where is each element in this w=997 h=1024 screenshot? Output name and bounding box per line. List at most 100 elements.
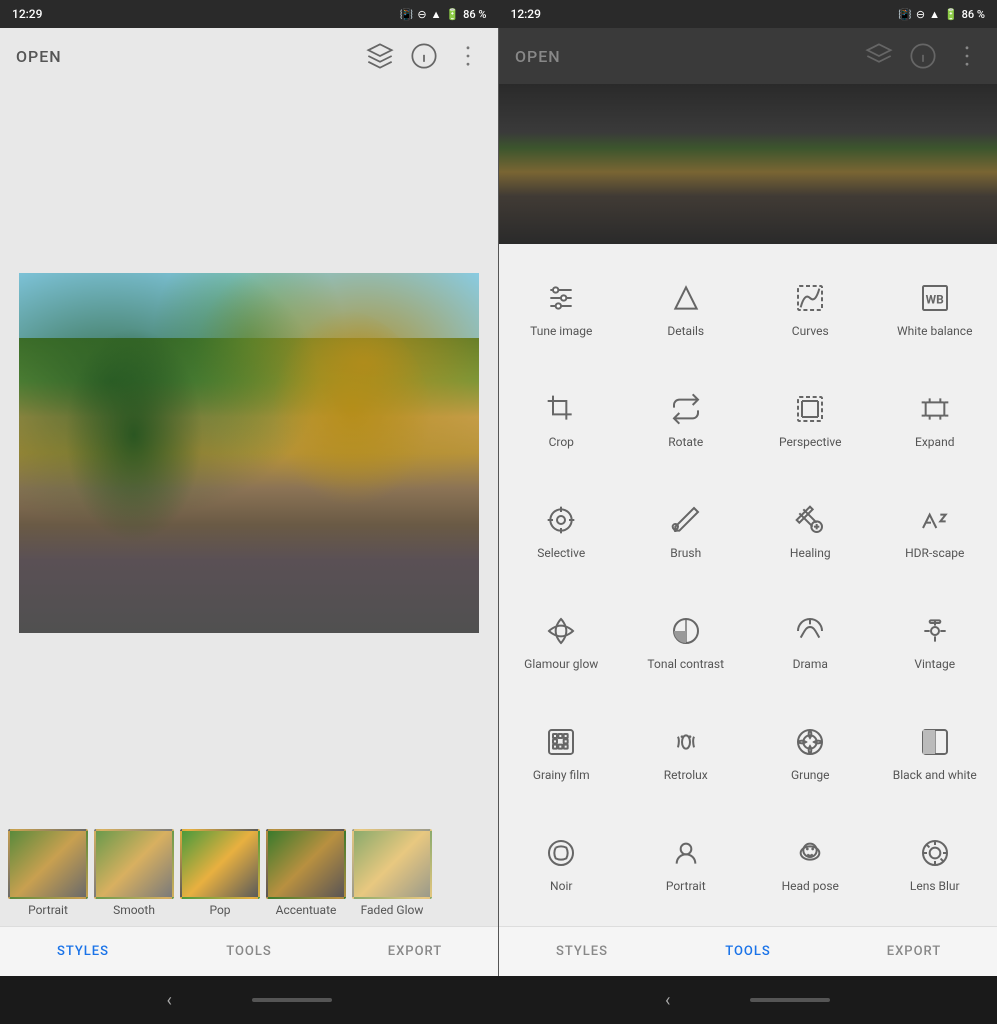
tool-noir[interactable]: Noir bbox=[499, 807, 624, 918]
right-app-icons bbox=[865, 42, 981, 70]
tool-label-bw: Black and white bbox=[893, 768, 977, 784]
rotate-icon bbox=[668, 391, 704, 427]
tool-label-expand: Expand bbox=[915, 435, 954, 451]
headpose-icon bbox=[792, 835, 828, 871]
main-content: OPEN bbox=[0, 28, 997, 976]
tool-label-retrolux: Retrolux bbox=[664, 768, 708, 784]
style-thumb-accentuate bbox=[266, 829, 346, 899]
grunge-icon bbox=[792, 724, 828, 760]
tool-label-headpose: Head pose bbox=[782, 879, 839, 895]
tool-perspective[interactable]: Perspective bbox=[748, 363, 873, 474]
right-layers-icon[interactable] bbox=[865, 42, 893, 70]
perspective-icon bbox=[792, 391, 828, 427]
tool-label-tune: Tune image bbox=[530, 324, 592, 340]
right-nav-tools[interactable]: TOOLS bbox=[665, 927, 831, 976]
info-icon[interactable] bbox=[410, 42, 438, 70]
style-thumb-smooth bbox=[94, 829, 174, 899]
tool-expand[interactable]: Expand bbox=[873, 363, 997, 474]
tool-selective[interactable]: Selective bbox=[499, 474, 624, 585]
style-faded-glow[interactable]: Faded Glow bbox=[352, 829, 432, 917]
tool-healing[interactable]: Healing bbox=[748, 474, 873, 585]
style-label-pop: Pop bbox=[209, 903, 230, 917]
tool-hdr[interactable]: HDR-scape bbox=[873, 474, 997, 585]
tool-crop[interactable]: Crop bbox=[499, 363, 624, 474]
tool-label-brush: Brush bbox=[670, 546, 701, 562]
tonal-icon bbox=[668, 613, 704, 649]
tool-curves[interactable]: Curves bbox=[748, 252, 873, 363]
left-nav-tools[interactable]: TOOLS bbox=[166, 927, 332, 976]
tool-label-vintage: Vintage bbox=[914, 657, 955, 673]
style-smooth[interactable]: Smooth bbox=[94, 829, 174, 917]
home-gesture-right[interactable] bbox=[750, 998, 830, 1002]
tool-wb[interactable]: WB White balance bbox=[873, 252, 997, 363]
tool-vintage[interactable]: Vintage bbox=[873, 585, 997, 696]
tool-headpose[interactable]: Head pose bbox=[748, 807, 873, 918]
time-left: 12:29 bbox=[12, 7, 42, 21]
tool-lensblur[interactable]: Lens Blur bbox=[873, 807, 997, 918]
more-icon[interactable] bbox=[454, 42, 482, 70]
right-info-icon[interactable] bbox=[909, 42, 937, 70]
tool-label-hdr: HDR-scape bbox=[905, 546, 964, 562]
left-image-area bbox=[0, 84, 498, 821]
style-pop[interactable]: Pop bbox=[180, 829, 260, 917]
grainy-icon bbox=[543, 724, 579, 760]
status-bar: 12:29 📳 ⊖ ▲ 🔋 86 % 12:29 📳 ⊖ ▲ 🔋 86 % bbox=[0, 0, 997, 28]
layers-icon[interactable] bbox=[366, 42, 394, 70]
tool-bw[interactable]: Black and white bbox=[873, 696, 997, 807]
status-left: 12:29 📳 ⊖ ▲ 🔋 86 % bbox=[0, 0, 499, 28]
status-right: 12:29 📳 ⊖ ▲ 🔋 86 % bbox=[499, 0, 997, 28]
tool-label-crop: Crop bbox=[549, 435, 574, 451]
right-bottom-nav: STYLES TOOLS EXPORT bbox=[499, 926, 997, 976]
hdr-icon bbox=[917, 502, 953, 538]
tool-label-rotate: Rotate bbox=[668, 435, 703, 451]
system-nav-right: ‹ bbox=[499, 990, 997, 1011]
tool-grainy[interactable]: Grainy film bbox=[499, 696, 624, 807]
tool-brush[interactable]: Brush bbox=[624, 474, 749, 585]
style-portrait[interactable]: Portrait bbox=[8, 829, 88, 917]
right-nav-styles[interactable]: STYLES bbox=[499, 927, 665, 976]
left-app-title: OPEN bbox=[16, 47, 366, 66]
glamour-icon bbox=[543, 613, 579, 649]
style-label-portrait: Portrait bbox=[28, 903, 68, 917]
style-thumb-portrait bbox=[8, 829, 88, 899]
right-nav-export[interactable]: EXPORT bbox=[831, 927, 997, 976]
back-button-right[interactable]: ‹ bbox=[665, 990, 670, 1011]
curves-icon bbox=[792, 280, 828, 316]
style-label-faded-glow: Faded Glow bbox=[361, 903, 424, 917]
expand-icon bbox=[917, 391, 953, 427]
noir-icon bbox=[543, 835, 579, 871]
tool-label-noir: Noir bbox=[550, 879, 572, 895]
tool-label-drama: Drama bbox=[793, 657, 828, 673]
left-app-bar: OPEN bbox=[0, 28, 498, 84]
tool-label-curves: Curves bbox=[792, 324, 829, 340]
status-icons-left: 📳 ⊖ ▲ 🔋 86 % bbox=[400, 8, 487, 21]
tool-grunge[interactable]: Grunge bbox=[748, 696, 873, 807]
tool-label-glamour: Glamour glow bbox=[524, 657, 598, 673]
tool-tune-image[interactable]: Tune image bbox=[499, 252, 624, 363]
right-app-title: OPEN bbox=[515, 47, 865, 66]
tool-details[interactable]: Details bbox=[624, 252, 749, 363]
left-nav-styles[interactable]: STYLES bbox=[0, 927, 166, 976]
style-accentuate[interactable]: Accentuate bbox=[266, 829, 346, 917]
tool-retrolux[interactable]: Retrolux bbox=[624, 696, 749, 807]
right-more-icon[interactable] bbox=[953, 42, 981, 70]
svg-text:WB: WB bbox=[925, 292, 944, 306]
tool-tonal[interactable]: Tonal contrast bbox=[624, 585, 749, 696]
left-app-icons bbox=[366, 42, 482, 70]
brush-icon bbox=[668, 502, 704, 538]
tool-glamour[interactable]: Glamour glow bbox=[499, 585, 624, 696]
tool-portrait[interactable]: Portrait bbox=[624, 807, 749, 918]
details-icon bbox=[668, 280, 704, 316]
back-button-left[interactable]: ‹ bbox=[167, 990, 172, 1011]
tool-label-wb: White balance bbox=[897, 324, 972, 340]
style-label-smooth: Smooth bbox=[113, 903, 155, 917]
tune-icon bbox=[543, 280, 579, 316]
status-icons-right: 📳 ⊖ ▲ 🔋 86 % bbox=[898, 8, 985, 21]
home-gesture-left[interactable] bbox=[252, 998, 332, 1002]
tool-rotate[interactable]: Rotate bbox=[624, 363, 749, 474]
bw-icon bbox=[917, 724, 953, 760]
style-thumb-pop bbox=[180, 829, 260, 899]
tool-drama[interactable]: Drama bbox=[748, 585, 873, 696]
left-nav-export[interactable]: EXPORT bbox=[332, 927, 498, 976]
tool-label-selective: Selective bbox=[537, 546, 585, 562]
